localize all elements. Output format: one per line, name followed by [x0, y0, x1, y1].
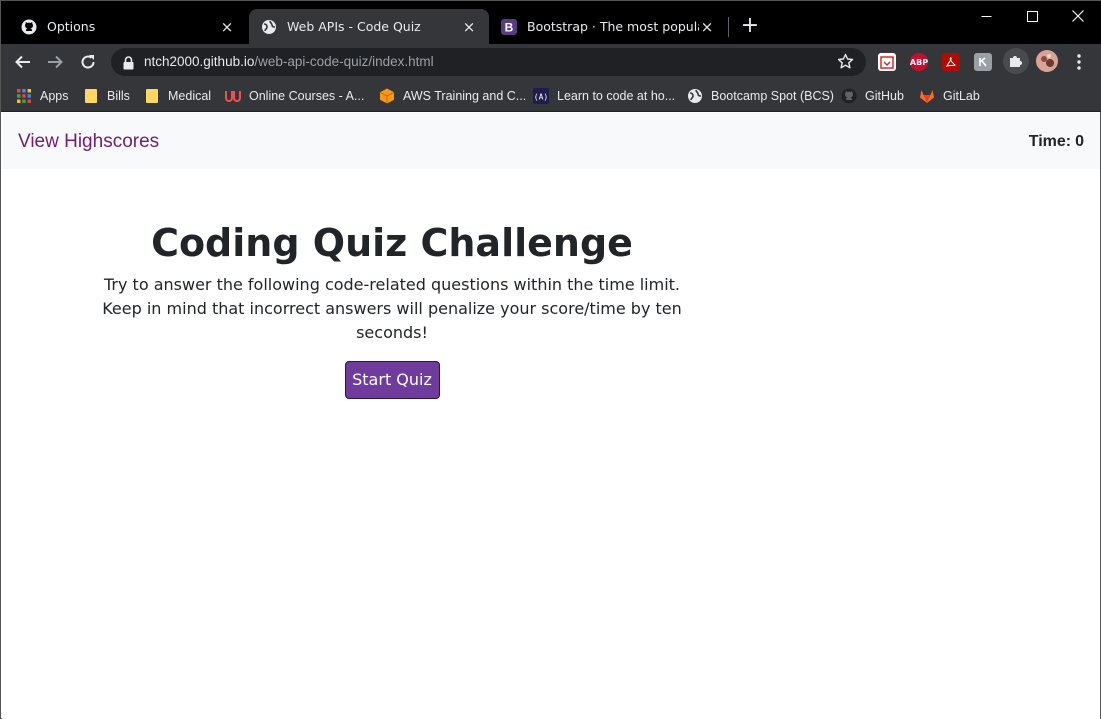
lock-icon: [123, 55, 134, 74]
url-host: ntch2000.github.io: [144, 54, 255, 69]
timer-label: Time:: [1028, 133, 1072, 150]
grey-extension-icon[interactable]: [974, 53, 992, 71]
maximize-icon: [1026, 10, 1038, 22]
minimize-icon: [981, 15, 991, 17]
page-navbar: View Highscores Time: 0: [2, 113, 1100, 169]
web-page: View Highscores Time: 0 Coding Quiz Chall…: [2, 113, 1100, 719]
new-tab-button[interactable]: +: [739, 15, 761, 37]
reload-button[interactable]: [75, 49, 101, 75]
page-title: Coding Quiz Challenge: [151, 221, 633, 265]
extensions-puzzle-button[interactable]: [1003, 48, 1029, 74]
bookmark-label: Apps: [40, 89, 69, 103]
bookmark-aws-training[interactable]: AWS Training and C...: [379, 86, 526, 106]
browser-toolbar: ntch2000.github.io/web-api-code-quiz/ind…: [1, 44, 1101, 80]
tab-options[interactable]: Options ×: [9, 9, 247, 44]
bookmarks-bar: Apps Bills Medical Online Courses - A...…: [1, 80, 1101, 112]
bookmark-label: GitHub: [865, 89, 904, 103]
calendar-extension-icon[interactable]: [878, 53, 896, 71]
tab-title: Bootstrap · The most popular HTML: [527, 19, 699, 34]
timer-value: 0: [1075, 133, 1084, 150]
folder-icon: [144, 88, 160, 104]
quiz-intro: Coding Quiz Challenge Try to answer the …: [72, 219, 712, 399]
codecademy-icon: (A): [533, 88, 549, 104]
view-highscores-link[interactable]: View Highscores: [18, 113, 159, 171]
bookmark-gitlab[interactable]: GitLab: [919, 86, 980, 106]
tab-title: Options: [47, 19, 96, 34]
address-bar[interactable]: ntch2000.github.io/web-api-code-quiz/ind…: [111, 48, 866, 76]
profile-avatar[interactable]: [1036, 50, 1058, 72]
tab-separator: [728, 17, 729, 37]
bookmark-label: AWS Training and C...: [403, 89, 527, 103]
url-text: ntch2000.github.io/web-api-code-quiz/ind…: [144, 48, 434, 76]
tab-title: Web APIs - Code Quiz: [287, 19, 421, 34]
bookmark-bootcamp-spot[interactable]: Bootcamp Spot (BCS): [687, 86, 834, 106]
puzzle-icon: [1010, 56, 1022, 67]
bookmark-label: Bootcamp Spot (BCS): [711, 89, 834, 103]
maximize-button[interactable]: [1009, 1, 1055, 31]
apps-grid-icon: [16, 88, 32, 104]
github-icon: [841, 88, 857, 104]
back-button[interactable]: [10, 49, 36, 75]
tab-bootstrap[interactable]: B Bootstrap · The most popular HTML ×: [489, 9, 727, 44]
close-tab-icon[interactable]: ×: [461, 19, 477, 35]
bootstrap-icon: B: [501, 18, 517, 35]
bookmark-github[interactable]: GitHub: [841, 86, 904, 106]
minimize-button[interactable]: [963, 1, 1009, 31]
tab-web-apis-code-quiz[interactable]: Web APIs - Code Quiz ×: [249, 9, 489, 44]
browser-window: Options × Web APIs - Code Quiz × B Boots…: [0, 0, 1101, 719]
start-quiz-button[interactable]: Start Quiz: [344, 361, 440, 399]
timer: Time: 0: [1029, 113, 1084, 171]
close-window-button[interactable]: [1055, 1, 1101, 31]
bookmark-label: Medical: [168, 89, 212, 103]
bookmark-star-icon[interactable]: [837, 53, 854, 74]
forward-arrow-icon: [48, 55, 63, 69]
url-path: /web-api-code-quiz/index.html: [254, 54, 434, 69]
svg-text:(A): (A): [534, 93, 548, 102]
svg-text:B: B: [505, 20, 514, 34]
pdf-extension-icon[interactable]: [942, 53, 960, 71]
bookmark-apps[interactable]: Apps: [16, 86, 69, 106]
close-tab-icon[interactable]: ×: [219, 19, 235, 35]
close-icon: [1072, 10, 1084, 22]
globe-icon: [261, 19, 277, 35]
quiz-description: Try to answer the following code-related…: [102, 275, 682, 342]
tab-strip: Options × Web APIs - Code Quiz × B Boots…: [1, 1, 1101, 44]
bookmark-bills[interactable]: Bills: [83, 86, 130, 106]
adblock-plus-icon[interactable]: ABP: [910, 53, 928, 71]
bookmark-medical[interactable]: Medical: [144, 86, 211, 106]
github-icon: [21, 19, 37, 35]
aws-icon: [379, 88, 395, 104]
bookmark-learn-to-code[interactable]: (A) Learn to code at ho...: [533, 86, 675, 106]
back-arrow-icon: [15, 55, 30, 69]
bookmark-label: Learn to code at ho...: [557, 89, 676, 103]
kebab-menu-icon: [1077, 54, 1081, 70]
reload-icon: [81, 55, 95, 69]
close-tab-icon[interactable]: ×: [699, 19, 715, 35]
browser-menu-button[interactable]: [1066, 49, 1092, 75]
globe-icon: [687, 88, 703, 104]
bookmark-label: GitLab: [943, 89, 980, 103]
bookmark-label: Bills: [107, 89, 130, 103]
forward-button[interactable]: [42, 49, 68, 75]
gitlab-icon: [919, 88, 935, 104]
folder-icon: [83, 88, 99, 104]
bookmark-online-courses[interactable]: Online Courses - A...: [225, 86, 364, 106]
bookmark-label: Online Courses - A...: [249, 89, 365, 103]
udemy-icon: [225, 88, 241, 104]
